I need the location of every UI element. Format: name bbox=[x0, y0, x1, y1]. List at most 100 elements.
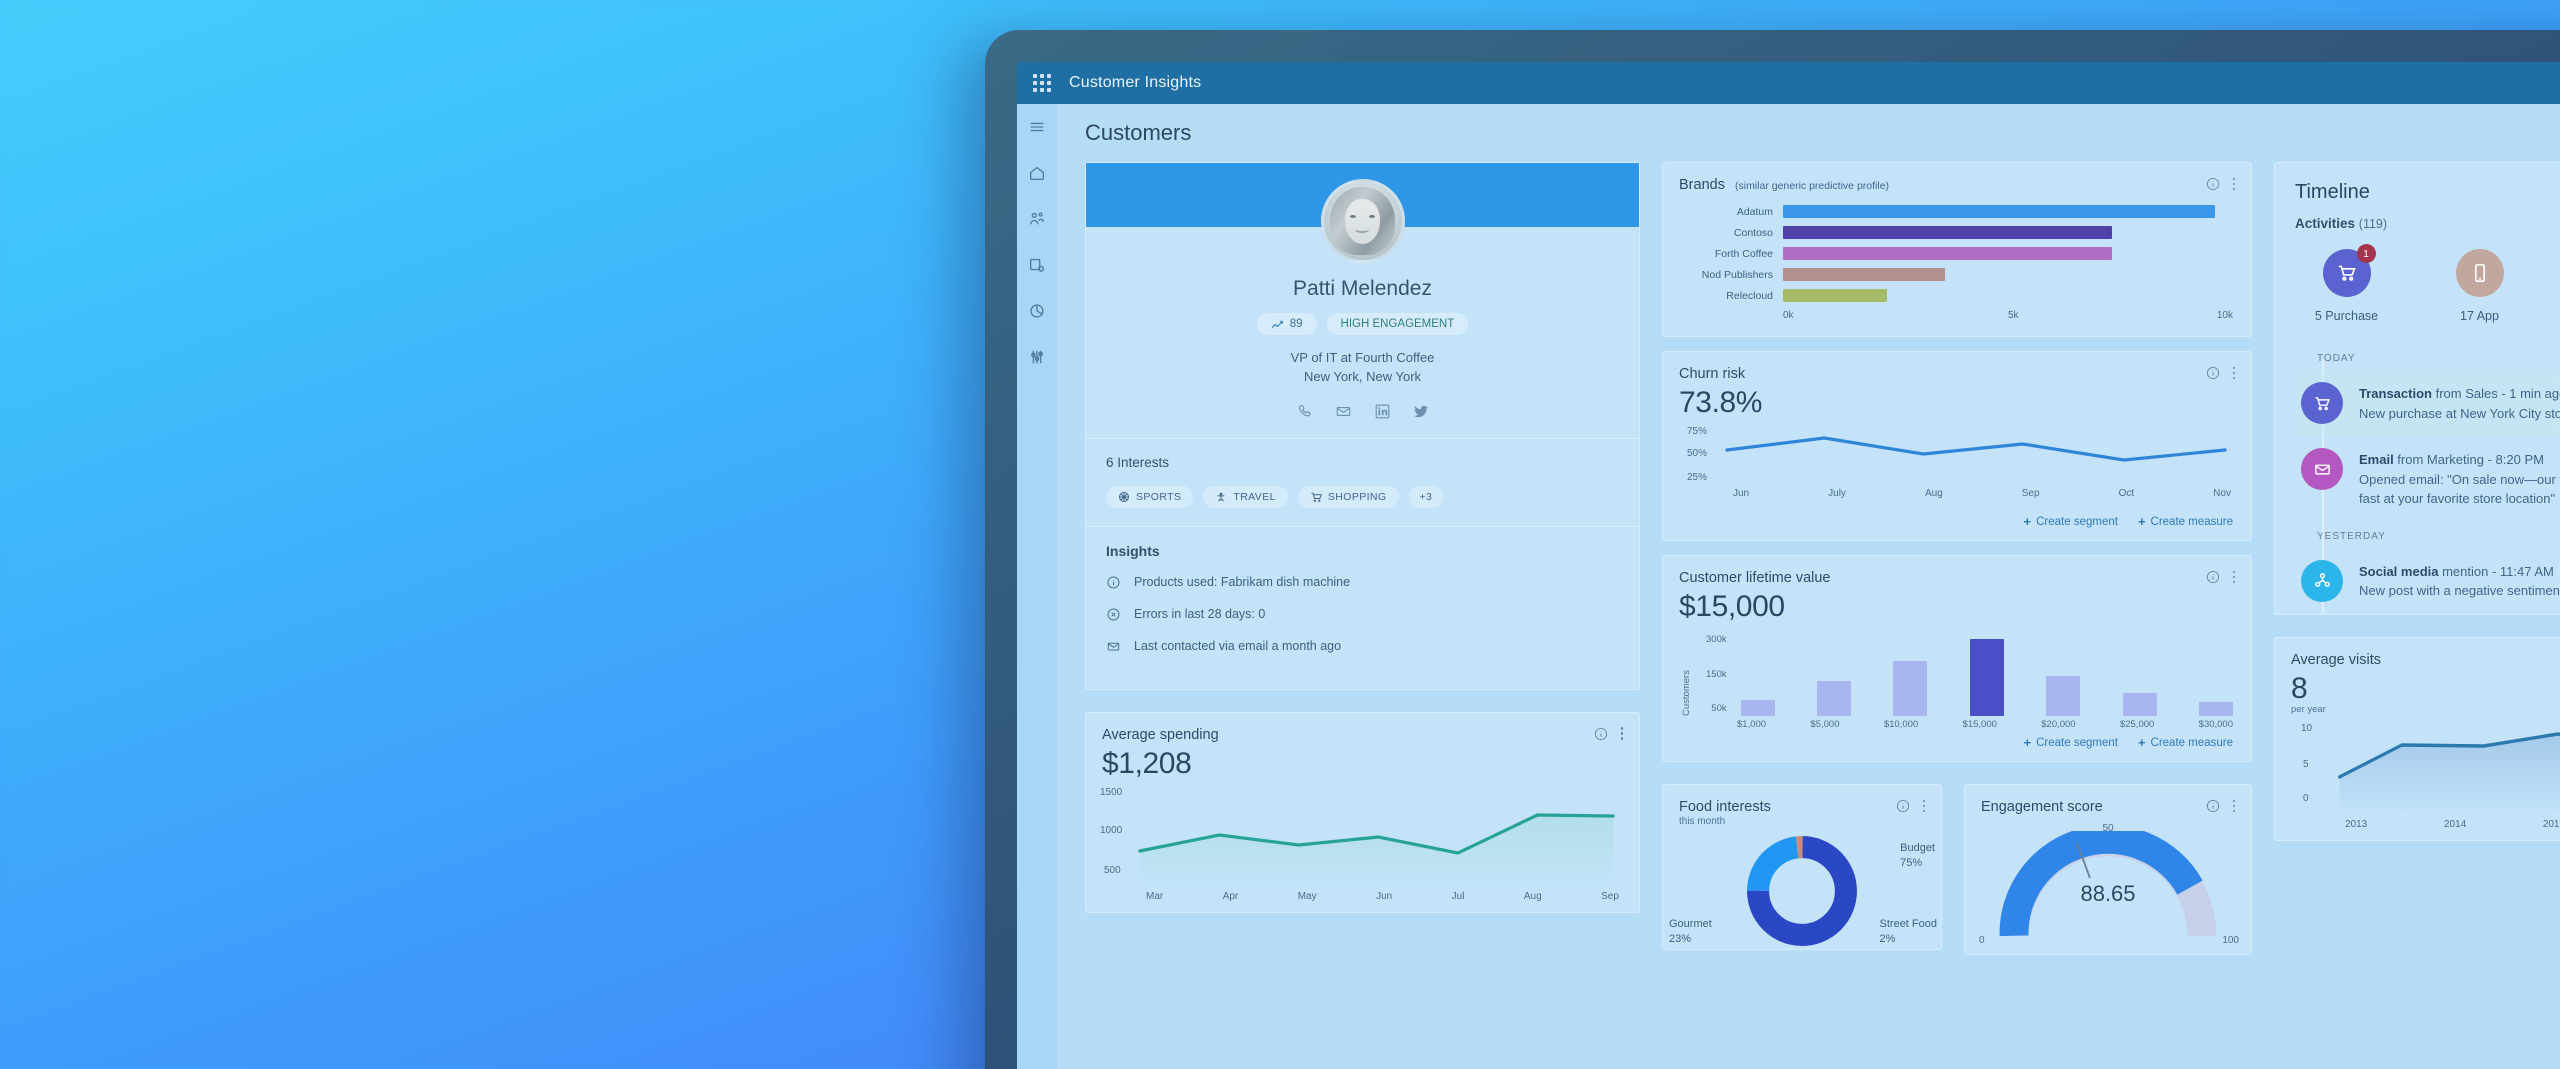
donut-label-street-food: Street Food 2% bbox=[1879, 918, 1937, 946]
x-tick: 10k bbox=[2216, 310, 2233, 321]
more-options-icon[interactable] bbox=[1620, 727, 1623, 740]
card-subtitle: this month bbox=[1679, 816, 1726, 827]
phone-app-icon bbox=[2474, 264, 2485, 282]
x-tick: $25,000 bbox=[2119, 719, 2155, 730]
food-interests-card: Food interests this month Budget 75% Gou… bbox=[1662, 784, 1942, 950]
x-tick: 2013 bbox=[2345, 818, 2368, 830]
x-tick: $15,000 bbox=[1962, 719, 1997, 730]
more-options-icon[interactable] bbox=[1922, 799, 1925, 813]
timeline-title: Timeline bbox=[2295, 181, 2370, 203]
x-tick: Jul bbox=[1451, 890, 1465, 902]
timeline-item-meta: from Sales - 1 min ago bbox=[2431, 386, 2560, 401]
timeline-item[interactable]: Social media mention - 11:47 AM New post… bbox=[2295, 548, 2560, 614]
activity-summary-app[interactable]: 17 App bbox=[2434, 249, 2525, 323]
more-options-icon[interactable] bbox=[2232, 177, 2235, 191]
card-title: Average spending bbox=[1102, 726, 1219, 743]
insight-row: Last contacted via email a month ago bbox=[1106, 639, 1619, 654]
x-tick: 0k bbox=[1783, 310, 1794, 321]
twitter-icon[interactable] bbox=[1413, 403, 1430, 420]
pie-chart-icon[interactable] bbox=[1026, 300, 1048, 322]
linkedin-icon[interactable] bbox=[1374, 403, 1391, 420]
x-tick: Sep bbox=[2021, 488, 2040, 499]
churn-risk-value: 73.8% bbox=[1679, 386, 1763, 419]
x-tick: $10,000 bbox=[1883, 719, 1919, 730]
trend-up-icon bbox=[1271, 320, 1283, 328]
info-icon[interactable] bbox=[1594, 727, 1608, 741]
x-tick: $30,000 bbox=[2198, 719, 2233, 730]
bar bbox=[2046, 676, 2081, 716]
bar-row: Adatum bbox=[1681, 205, 2233, 218]
mail-icon bbox=[1107, 642, 1120, 651]
profile-role: VP of IT at Fourth Coffee bbox=[1290, 350, 1435, 365]
x-tick: $1,000 bbox=[1737, 719, 1767, 730]
interest-chip-travel[interactable]: TRAVEL bbox=[1203, 485, 1288, 508]
interest-chip-sports[interactable]: SPORTS bbox=[1106, 485, 1194, 508]
more-options-icon[interactable] bbox=[2232, 570, 2235, 584]
create-measure-button[interactable]: + Create measure bbox=[2138, 736, 2233, 749]
bar-label: Adatum bbox=[1736, 205, 1773, 218]
average-visits-unit: per year bbox=[2291, 703, 2326, 715]
email-icon bbox=[2314, 464, 2330, 475]
x-tick: 2014 bbox=[2443, 818, 2467, 830]
sports-ball-icon bbox=[1119, 491, 1129, 502]
bar-label: Contoso bbox=[1733, 226, 1773, 239]
average-visits-card: Average visits 8 per year 10 5 0 2013 20… bbox=[2274, 636, 2560, 841]
timeline-item[interactable]: Email from Marketing - 8:20 PM Opened em… bbox=[2295, 436, 2560, 521]
hamburger-menu-icon[interactable] bbox=[1026, 116, 1048, 138]
brands-card: Brands (similar generic predictive profi… bbox=[1662, 162, 2252, 337]
x-tick: 5k bbox=[2008, 310, 2019, 321]
info-icon[interactable] bbox=[2206, 177, 2220, 191]
bar-row: Relecloud bbox=[1681, 289, 2233, 302]
x-tick: $20,000 bbox=[2041, 719, 2076, 730]
y-tick: 50k bbox=[1711, 703, 1727, 714]
x-tick: May bbox=[1297, 890, 1317, 902]
shopping-cart-icon bbox=[2314, 396, 2330, 410]
bar-highlighted bbox=[1969, 639, 2004, 716]
x-tick: July bbox=[1828, 488, 1846, 499]
bar bbox=[1740, 700, 1775, 716]
timeline-item-title: Social media bbox=[2359, 563, 2439, 579]
x-tick: Aug bbox=[1523, 890, 1542, 902]
info-icon bbox=[1107, 576, 1120, 589]
shopping-cart-icon bbox=[2338, 265, 2356, 281]
timeline-item-title: Transaction bbox=[2359, 386, 2432, 401]
timeline-item-detail: New purchase at New York City store bbox=[2359, 405, 2560, 421]
donut-label-gourmet: Gourmet 23% bbox=[1669, 918, 1712, 946]
create-measure-button[interactable]: + Create measure bbox=[2138, 515, 2233, 528]
timeline-item[interactable]: Transaction from Sales - 1 min ago New p… bbox=[2295, 370, 2560, 436]
gauge-min-label: 0 bbox=[1979, 935, 1985, 946]
info-icon[interactable] bbox=[2206, 366, 2220, 380]
interests-more-chip[interactable]: +3 bbox=[1408, 485, 1444, 508]
bar-row: Contoso bbox=[1681, 226, 2233, 239]
score-value: 89 bbox=[1289, 318, 1303, 330]
bar bbox=[1893, 661, 1928, 716]
y-tick: 150k bbox=[1706, 668, 1727, 680]
info-icon[interactable] bbox=[2206, 570, 2220, 584]
timeline-item-detail: Opened email: "On sale now—our top picks… bbox=[2359, 471, 2560, 507]
email-icon[interactable] bbox=[1335, 403, 1352, 420]
error-icon bbox=[1107, 608, 1120, 621]
info-icon[interactable] bbox=[1896, 799, 1910, 813]
app-launcher-icon[interactable] bbox=[1033, 74, 1051, 92]
y-tick: 300k bbox=[1706, 634, 1727, 645]
x-tick: Jun bbox=[1376, 890, 1393, 902]
profile-location: New York, New York bbox=[1303, 368, 1422, 384]
more-options-icon[interactable] bbox=[2232, 799, 2235, 813]
audience-icon[interactable] bbox=[1026, 208, 1048, 230]
more-options-icon[interactable] bbox=[2232, 366, 2235, 380]
activity-label: 5 Purchase bbox=[2314, 309, 2379, 323]
info-icon[interactable] bbox=[2206, 799, 2220, 813]
bar-label: Forth Coffee bbox=[1714, 247, 1773, 260]
create-segment-button[interactable]: + Create segment bbox=[2024, 515, 2118, 528]
card-title: Engagement score bbox=[1981, 799, 2103, 815]
page-title: Customers bbox=[1085, 120, 1192, 145]
phone-icon[interactable] bbox=[1296, 403, 1313, 420]
home-icon[interactable] bbox=[1026, 162, 1048, 184]
create-segment-button[interactable]: + Create segment bbox=[2024, 736, 2118, 749]
gauge-mid-label: 50 bbox=[2102, 823, 2114, 834]
segments-icon[interactable] bbox=[1026, 346, 1048, 368]
data-settings-icon[interactable] bbox=[1026, 254, 1048, 276]
activity-summary-purchase[interactable]: 1 5 Purchase bbox=[2301, 244, 2392, 323]
timeline-day-label: TODAY bbox=[2317, 353, 2356, 364]
interest-chip-shopping[interactable]: SHOPPING bbox=[1297, 485, 1399, 508]
